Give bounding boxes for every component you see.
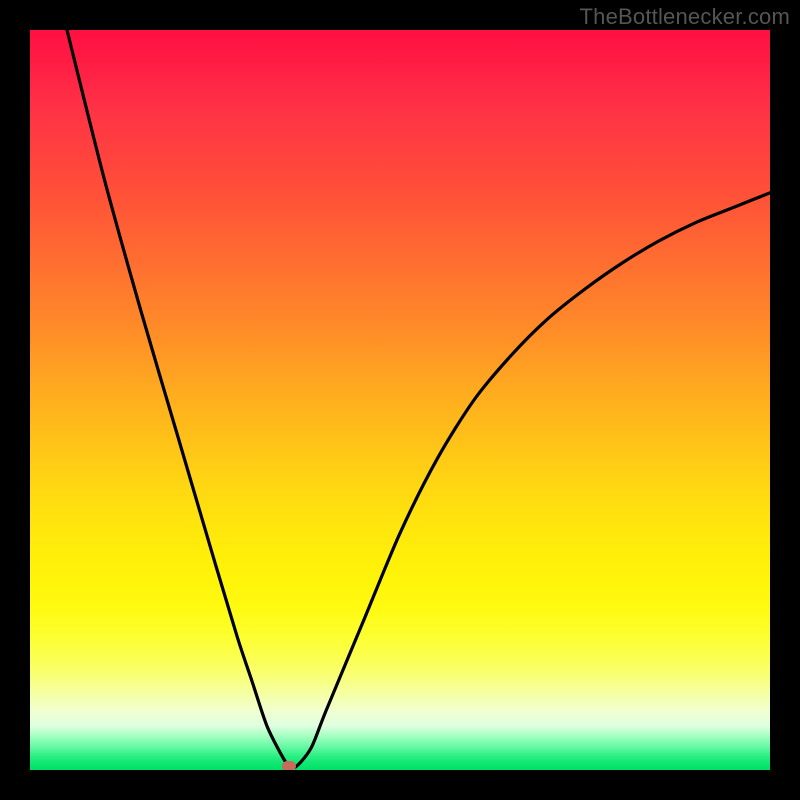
watermark-text: TheBottlenecker.com <box>580 4 790 30</box>
bottleneck-curve <box>30 30 770 770</box>
chart-plot-area <box>30 30 770 770</box>
bottleneck-marker <box>282 761 296 770</box>
